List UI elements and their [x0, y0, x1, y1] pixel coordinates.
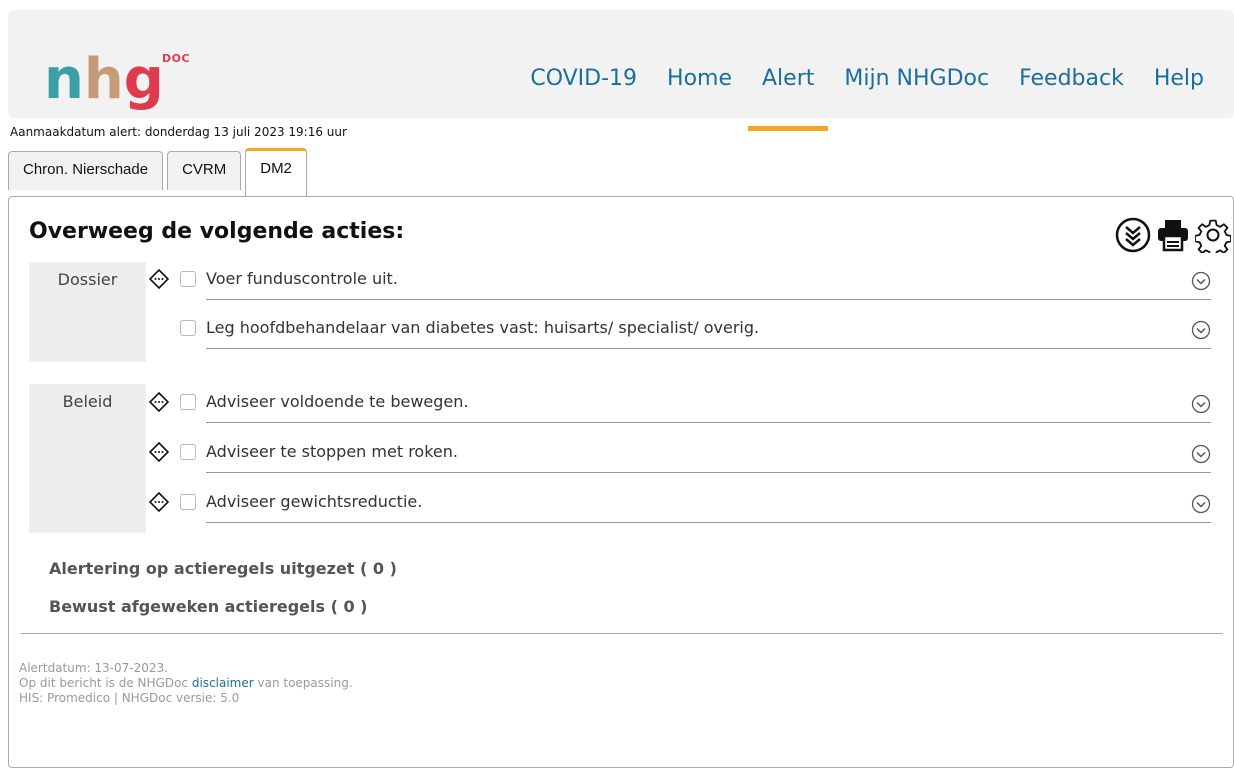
- nav-home[interactable]: Home: [667, 66, 732, 91]
- logo-letter-g: g: [123, 47, 164, 112]
- logo-letter-n: n: [44, 47, 84, 112]
- row-divider: [206, 522, 1211, 523]
- action-text: Voer funduscontrole uit.: [206, 269, 398, 288]
- panel-title: Overweeg de volgende acties:: [29, 219, 405, 244]
- tab-dm2[interactable]: DM2: [245, 148, 307, 196]
- action-row: Leg hoofdbehandelaar van diabetes vast: …: [149, 308, 1211, 349]
- action-checkbox[interactable]: [180, 444, 196, 460]
- tab-cvrm[interactable]: CVRM: [167, 151, 242, 190]
- action-text: Adviseer gewichtsreductie.: [206, 492, 423, 511]
- alert-creation-date: Aanmaakdatum alert: donderdag 13 juli 20…: [10, 125, 347, 139]
- action-row: Adviseer voldoende te bewegen.: [149, 382, 1211, 423]
- chevron-down-icon[interactable]: [1191, 271, 1211, 291]
- nav-help[interactable]: Help: [1154, 66, 1204, 91]
- chevron-down-icon[interactable]: [1191, 394, 1211, 414]
- chevron-down-icon[interactable]: [1191, 494, 1211, 514]
- diamond-menu-icon[interactable]: [149, 442, 169, 462]
- footer-alert-date: Alertdatum: 13-07-2023.: [19, 661, 168, 675]
- print-icon[interactable]: [1155, 217, 1191, 253]
- row-divider: [206, 422, 1211, 423]
- diamond-menu-icon[interactable]: [149, 392, 169, 412]
- action-text: Adviseer te stoppen met roken.: [206, 442, 458, 461]
- footer-disclaimer-prefix: Op dit bericht is de NHGDoc: [19, 676, 192, 690]
- settings-gear-icon[interactable]: [1195, 217, 1231, 253]
- nhg-doc-logo[interactable]: nhg DOC: [44, 52, 190, 108]
- row-divider: [206, 348, 1211, 349]
- panel-divider: [21, 633, 1223, 634]
- chevron-down-icon[interactable]: [1191, 320, 1211, 340]
- logo-doc-suffix: DOC: [162, 52, 191, 65]
- chevron-down-icon[interactable]: [1191, 444, 1211, 464]
- group-label-dossier: Dossier: [29, 262, 146, 362]
- footer-disclaimer-suffix: van toepassing.: [253, 676, 353, 690]
- tab-bar: Chron. Nierschade CVRM DM2: [8, 148, 311, 196]
- row-divider: [206, 299, 1211, 300]
- nav-covid-19[interactable]: COVID-19: [530, 66, 637, 91]
- action-row: Adviseer te stoppen met roken.: [149, 432, 1211, 473]
- header: nhg DOC COVID-19 Home Alert Mijn NHGDoc …: [8, 10, 1234, 131]
- diamond-menu-icon[interactable]: [149, 492, 169, 512]
- action-row: Voer funduscontrole uit.: [149, 259, 1211, 300]
- nav-feedback[interactable]: Feedback: [1019, 66, 1124, 91]
- logo-letter-h: h: [83, 47, 124, 112]
- footer-disclaimer: Op dit bericht is de NHGDoc disclaimer v…: [19, 676, 353, 691]
- disclaimer-link[interactable]: disclaimer: [192, 676, 254, 690]
- panel-toolbar: [1115, 217, 1231, 253]
- deviated-rules-link[interactable]: Bewust afgeweken actieregels ( 0 ): [49, 597, 367, 616]
- action-checkbox[interactable]: [180, 394, 196, 410]
- expand-all-icon[interactable]: [1115, 217, 1151, 253]
- actions-panel: Overweeg de volgende acties: Dossier Voe…: [8, 196, 1234, 768]
- disabled-rules-link[interactable]: Alertering op actieregels uitgezet ( 0 ): [49, 559, 397, 578]
- main-nav: COVID-19 Home Alert Mijn NHGDoc Feedback…: [500, 66, 1204, 131]
- diamond-menu-icon[interactable]: [149, 269, 169, 289]
- nav-alert[interactable]: Alert: [747, 66, 829, 131]
- action-text: Adviseer voldoende te bewegen.: [206, 392, 469, 411]
- footer: Alertdatum: 13-07-2023. Op dit bericht i…: [19, 661, 353, 706]
- nav-mijn-nhgdoc[interactable]: Mijn NHGDoc: [844, 66, 989, 91]
- tab-chron-nierschade[interactable]: Chron. Nierschade: [8, 151, 164, 190]
- action-row: Adviseer gewichtsreductie.: [149, 482, 1211, 523]
- row-divider: [206, 472, 1211, 473]
- action-checkbox[interactable]: [180, 320, 196, 336]
- action-checkbox[interactable]: [180, 494, 196, 510]
- group-label-beleid: Beleid: [29, 384, 146, 533]
- action-checkbox[interactable]: [180, 271, 196, 287]
- footer-his-version: HIS: Promedico | NHGDoc versie: 5.0: [19, 691, 240, 705]
- action-text: Leg hoofdbehandelaar van diabetes vast: …: [206, 318, 760, 337]
